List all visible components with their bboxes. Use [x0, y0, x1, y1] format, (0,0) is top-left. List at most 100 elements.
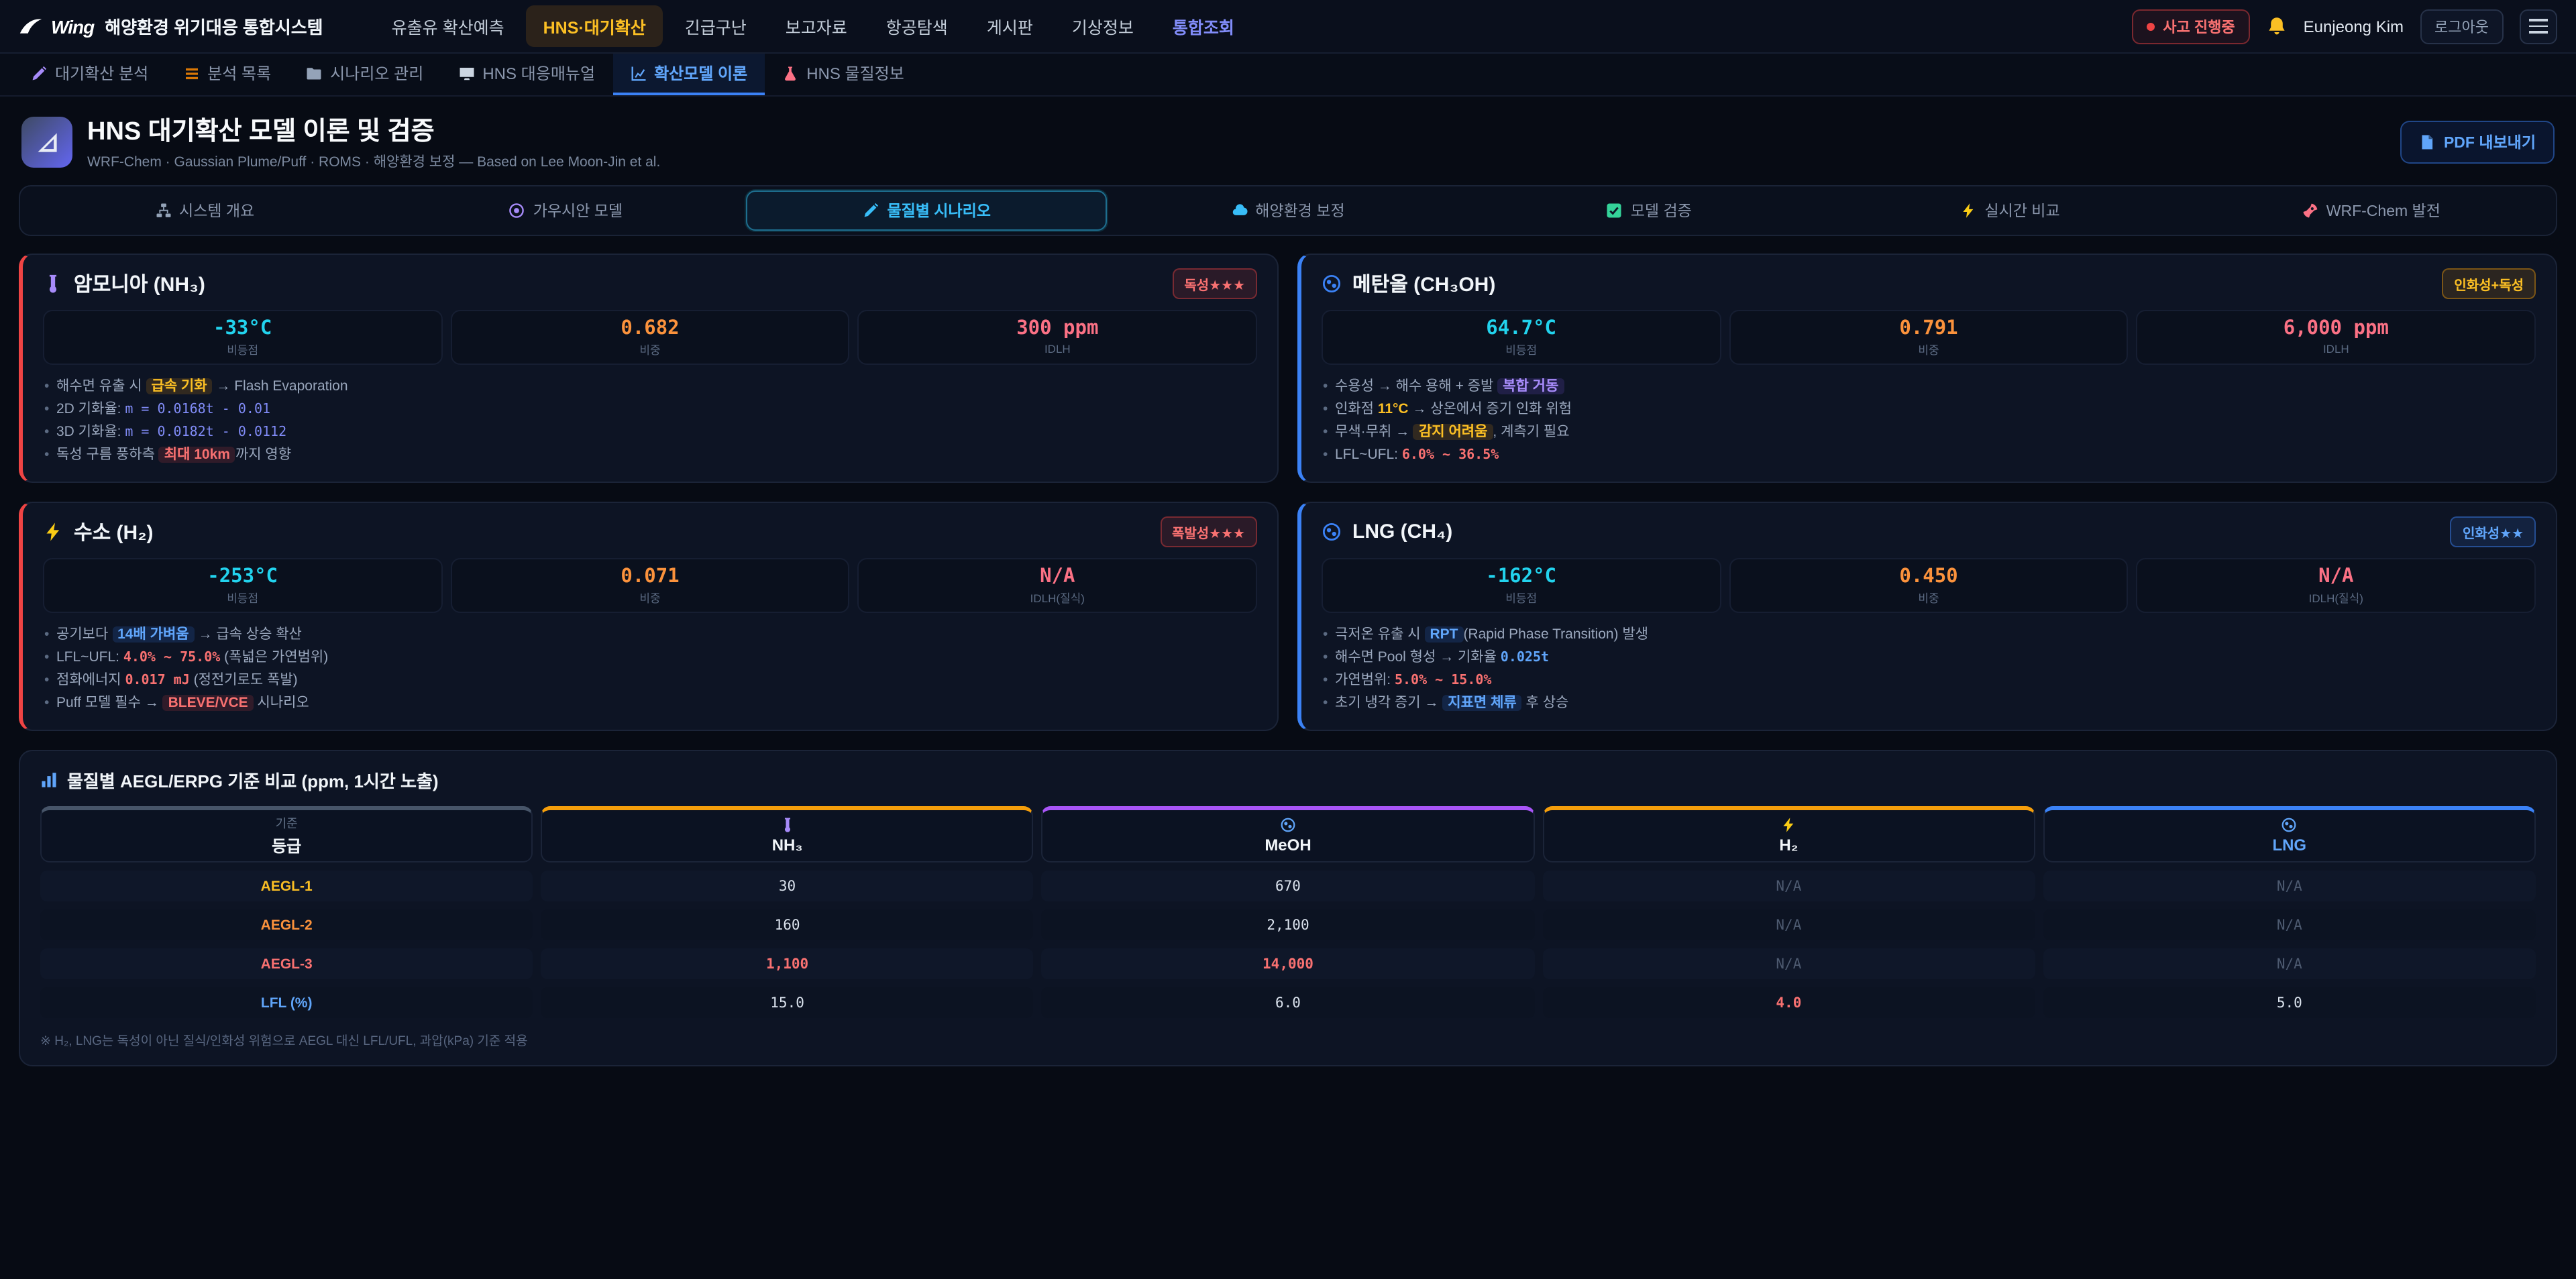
brand[interactable]: Wing 해양환경 위기대응 통합시스템 — [19, 13, 323, 39]
table-row-label: AEGL-1 — [40, 871, 533, 902]
section-tab-label: 가우시안 모델 — [533, 200, 623, 221]
bullet-highlight: 11°C — [1378, 401, 1409, 417]
card-title: 암모니아 (NH₃) — [74, 270, 205, 298]
nav-item-3[interactable]: 보고자료 — [768, 5, 865, 47]
bullet-highlight: 6.0% ~ 36.5% — [1402, 447, 1499, 462]
substance-cards: 암모니아 (NH₃)독성★★★ -33°C 비등점 0.682비중 300 ppm IDL… — [19, 254, 2557, 732]
stat-row: -33°C비등점0.682비중300 ppmIDLH — [43, 310, 1257, 365]
nav-item-7[interactable]: 통합조회 — [1155, 5, 1252, 47]
stat-box-0: -253°C비등점 — [43, 558, 442, 613]
wing-logo-icon — [19, 17, 43, 35]
nav-item-5[interactable]: 게시판 — [969, 5, 1051, 47]
lightning-icon — [1960, 203, 1976, 219]
bar-chart-icon — [40, 772, 58, 789]
app-title: 해양환경 위기대응 통합시스템 — [105, 13, 323, 39]
notification-bell-icon[interactable] — [2266, 15, 2288, 37]
section-tab-6[interactable]: WRF-Chem 발전 — [2191, 190, 2552, 231]
section-tab-2[interactable]: 물질별 시나리오 — [747, 190, 1108, 231]
stat-label: IDLH — [2138, 342, 2534, 355]
bullet-item: 공기보다 14배 가벼움 → 급속 상승 확산 — [43, 624, 1257, 647]
column-label: 등급 — [272, 835, 301, 858]
stat-box-0: -33°C 비등점 — [43, 310, 442, 365]
hazard-badge: 인화성+독성 — [2442, 268, 2536, 299]
subnav-item-0[interactable]: 대기확산 분석 — [13, 54, 166, 95]
subnav-item-4[interactable]: 확산모델 이론 — [612, 54, 765, 95]
bullet-item: Puff 모델 필수 → BLEVE/VCE 시나리오 — [43, 693, 1257, 716]
bullet-item: 무색·무취 → 감지 어려움, 계측기 필요 — [1322, 421, 2536, 444]
section-tabs: 시스템 개요 가우시안 모델 물질별 시나리오 해양환경 보정 모델 검증 실시간 비교 W… — [19, 185, 2557, 236]
table-cell: 1,100 — [541, 949, 1033, 980]
bullet-highlight: 0.017 mJ — [125, 674, 189, 689]
bullet-list: 공기보다 14배 가벼움 → 급속 상승 확산LFL~UFL: 4.0% ~ 7… — [43, 624, 1257, 715]
bullet-list: 수용성 → 해수 용해 + 증발 복합 거동인화점 11°C → 상온에서 증기… — [1322, 376, 2536, 467]
pdf-export-label: PDF 내보내기 — [2444, 131, 2536, 152]
pdf-export-button[interactable]: PDF 내보내기 — [2401, 120, 2555, 163]
lightning-icon — [43, 522, 63, 542]
nav-item-6[interactable]: 기상정보 — [1055, 5, 1151, 47]
column-label: LNG — [2272, 836, 2306, 855]
stat-value: N/A — [859, 566, 1256, 588]
section-tab-3[interactable]: 해양환경 보정 — [1108, 190, 1468, 231]
bullet-item: 극저온 유출 시 RPT(Rapid Phase Transition) 발생 — [1322, 624, 2536, 647]
subnav-item-5[interactable]: HNS 물질정보 — [765, 54, 922, 95]
stat-box-2: N/A IDLH(질식) — [2137, 558, 2536, 613]
table-cell: N/A — [1542, 949, 2035, 980]
bullet-highlight: 14배 가벼움 — [112, 626, 195, 643]
set-square-icon — [35, 129, 59, 154]
stat-value: N/A — [2138, 566, 2534, 588]
subnav-item-2[interactable]: 시나리오 관리 — [288, 54, 441, 95]
flask-icon — [782, 65, 798, 81]
stat-value: 64.7°C — [1323, 318, 1719, 339]
bullet-item: 독성 구름 풍하측 최대 10km까지 영향 — [43, 445, 1257, 467]
subnav-item-label: 시나리오 관리 — [330, 62, 423, 85]
comparison-table-card: 물질별 AEGL/ERPG 기준 비교 (ppm, 1시간 노출) 기준등급NH… — [19, 750, 2557, 1067]
chart-line-icon — [630, 65, 646, 81]
section-tab-4[interactable]: 모델 검증 — [1468, 190, 1829, 231]
menu-toggle-button[interactable] — [2520, 9, 2557, 44]
card-title: 메탄올 (CH₃OH) — [1352, 270, 1495, 298]
bullet-highlight: 4.0% ~ 75.0% — [123, 651, 221, 665]
substance-card-nh3: 암모니아 (NH₃)독성★★★-33°C비등점0.682비중300 ppmIDL… — [19, 254, 1279, 483]
stat-box-2: 6,000 ppmIDLH — [2137, 310, 2536, 365]
nav-item-1[interactable]: HNS·대기확산 — [526, 5, 663, 47]
incident-status-badge[interactable]: 사고 진행중 — [2132, 9, 2249, 44]
section-tab-label: 해양환경 보정 — [1255, 200, 1344, 221]
logo-text: Wing — [51, 15, 94, 37]
main-content: HNS 대기확산 모델 이론 및 검증 WRF-Chem · Gaussian … — [0, 97, 2576, 1067]
column-label: NH₃ — [772, 836, 803, 855]
stat-value: -33°C — [44, 318, 441, 339]
logout-button[interactable]: 로그아웃 — [2420, 9, 2504, 44]
stat-label: 비중 — [1730, 342, 2127, 358]
section-tab-label: 모델 검증 — [1631, 200, 1692, 221]
nav-item-2[interactable]: 긴급구난 — [667, 5, 764, 47]
table-col-header-0: 기준등급 — [40, 807, 533, 863]
stat-box-1: 0.791비중 — [1729, 310, 2128, 365]
bullet-list: 극저온 유출 시 RPT(Rapid Phase Transition) 발생해… — [1322, 624, 2536, 715]
stat-value: 300 ppm — [859, 318, 1256, 339]
section-tab-label: 실시간 비교 — [1984, 200, 2059, 221]
section-tab-0[interactable]: 시스템 개요 — [24, 190, 385, 231]
bullet-item: 2D 기화율: m = 0.0168t - 0.01 — [43, 398, 1257, 421]
incident-label: 사고 진행중 — [2163, 15, 2235, 37]
card-header: 암모니아 (NH₃)독성★★★ — [43, 268, 1257, 299]
bullet-item: 초기 냉각 증기 → 지표면 체류 후 상승 — [1322, 693, 2536, 716]
nav-item-4[interactable]: 항공탐색 — [869, 5, 965, 47]
nav-item-0[interactable]: 유출유 확산예측 — [374, 5, 522, 47]
stat-label: 비등점 — [44, 342, 441, 358]
section-tab-1[interactable]: 가우시안 모델 — [385, 190, 746, 231]
bullet-highlight: 복합 거동 — [1497, 378, 1564, 394]
sitemap-icon — [155, 203, 171, 219]
stat-row: 64.7°C비등점0.791비중6,000 ppmIDLH — [1322, 310, 2536, 365]
stat-label: IDLH(질식) — [2138, 590, 2534, 606]
section-tab-5[interactable]: 실시간 비교 — [1829, 190, 2190, 231]
substance-card-meoh: 메탄올 (CH₃OH)인화성+독성64.7°C비등점0.791비중6,000 p… — [1297, 254, 2557, 483]
table-cell: 30 — [541, 871, 1033, 902]
stat-box-1: 0.682비중 — [450, 310, 849, 365]
table-cell: N/A — [1542, 871, 2035, 902]
table-footnote: ※ H₂, LNG는 독성이 아닌 질식/인화성 위험으로 AEGL 대신 LF… — [40, 1031, 2536, 1050]
table-col-header-3: H₂ — [1542, 807, 2035, 863]
stat-box-2: N/AIDLH(질식) — [858, 558, 1257, 613]
subnav-item-3[interactable]: HNS 대응매뉴얼 — [441, 54, 612, 95]
subnav-item-1[interactable]: 분석 목록 — [166, 54, 288, 95]
section-tab-label: 물질별 시나리오 — [887, 200, 991, 221]
